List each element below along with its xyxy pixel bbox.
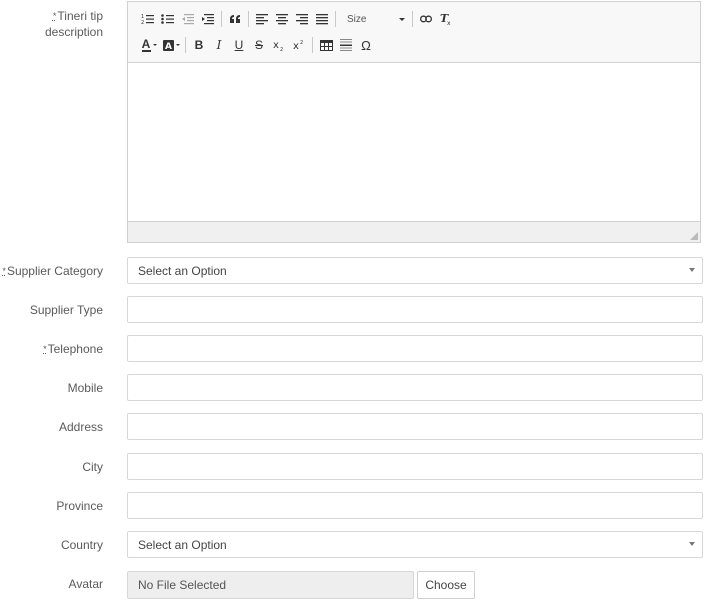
svg-text:A: A xyxy=(165,42,172,51)
svg-text:x: x xyxy=(293,41,299,51)
editor-content-area[interactable] xyxy=(128,62,700,222)
svg-text:x: x xyxy=(447,20,451,25)
svg-text:2: 2 xyxy=(280,47,283,51)
chevron-down-icon xyxy=(689,542,695,546)
svg-text:x: x xyxy=(273,40,279,51)
link-icon[interactable] xyxy=(416,9,436,29)
svg-text:2: 2 xyxy=(300,40,303,46)
remove-format-icon[interactable]: Tx xyxy=(436,9,456,29)
superscript-icon[interactable]: x2 xyxy=(289,35,309,55)
city-label: City xyxy=(82,460,103,474)
supplier-category-value: Select an Option xyxy=(138,263,227,278)
rich-text-editor: 12 Size T x A A B I U S x 2 x 2 Ω xyxy=(127,1,701,243)
toolbar-separator xyxy=(185,37,186,53)
indent-icon[interactable] xyxy=(198,9,218,29)
telephone-input[interactable] xyxy=(127,335,703,362)
align-center-icon[interactable] xyxy=(272,9,292,29)
size-dropdown[interactable]: Size xyxy=(339,9,409,29)
choose-file-button[interactable]: Choose xyxy=(417,571,475,599)
mobile-input[interactable] xyxy=(127,374,703,401)
background-color-icon[interactable]: A xyxy=(160,35,182,55)
supplier-category-select[interactable]: Select an Option xyxy=(127,257,703,284)
city-input[interactable] xyxy=(127,453,703,480)
editor-status-bar xyxy=(128,221,700,242)
numbered-list-icon[interactable]: 12 xyxy=(138,9,158,29)
supplier-category-label: *Supplier Category xyxy=(2,264,103,278)
text-color-glyph: A xyxy=(141,36,151,51)
country-label: Country xyxy=(60,538,103,552)
toolbar-separator xyxy=(248,11,249,27)
resize-grip-icon[interactable] xyxy=(690,232,698,240)
supplier-type-label: Supplier Type xyxy=(29,303,103,317)
editor-toolbar: 12 Size T x A A B I U S x 2 x 2 Ω xyxy=(128,2,700,62)
bold-icon[interactable]: B xyxy=(189,35,209,55)
table-icon[interactable] xyxy=(316,35,336,55)
bullet-list-icon[interactable] xyxy=(158,9,178,29)
subscript-icon[interactable]: x2 xyxy=(269,35,289,55)
outdent-icon[interactable] xyxy=(178,9,198,29)
align-left-icon[interactable] xyxy=(252,9,272,29)
avatar-label: Avatar xyxy=(68,577,103,591)
underline-icon[interactable]: U xyxy=(229,35,249,55)
blockquote-icon[interactable] xyxy=(225,9,245,29)
province-input[interactable] xyxy=(127,492,703,519)
required-mark: * xyxy=(43,344,47,354)
country-value: Select an Option xyxy=(138,537,227,552)
mobile-label: Mobile xyxy=(67,381,103,395)
align-right-icon[interactable] xyxy=(292,9,312,29)
strikethrough-icon[interactable]: S xyxy=(249,35,269,55)
address-label: Address xyxy=(58,420,103,434)
toolbar-separator xyxy=(221,11,222,27)
required-mark: * xyxy=(52,11,57,21)
required-mark: * xyxy=(2,266,6,276)
special-char-icon[interactable]: Ω xyxy=(356,35,376,55)
country-select[interactable]: Select an Option xyxy=(127,531,703,558)
justify-icon[interactable] xyxy=(312,9,332,29)
chevron-down-icon xyxy=(689,268,695,272)
supplier-type-input[interactable] xyxy=(127,296,703,323)
telephone-label: *Telephone xyxy=(43,342,103,356)
italic-icon[interactable]: I xyxy=(209,35,229,55)
chevron-down-icon xyxy=(399,17,405,21)
text-color-icon[interactable]: A xyxy=(138,35,160,55)
province-label: Province xyxy=(56,499,103,513)
description-label: *Tineri tip description xyxy=(44,9,103,39)
horizontal-rule-icon[interactable] xyxy=(336,35,356,55)
svg-text:2: 2 xyxy=(141,20,144,25)
avatar-file-name: No File Selected xyxy=(127,571,414,599)
toolbar-row-1: 12 Size T x xyxy=(138,9,456,29)
address-input[interactable] xyxy=(127,413,703,440)
toolbar-row-2: A A B I U S x2 x2 Ω xyxy=(138,35,376,55)
toolbar-separator xyxy=(312,37,313,53)
toolbar-separator xyxy=(335,11,336,27)
size-dropdown-label: Size xyxy=(347,13,367,25)
toolbar-separator xyxy=(412,11,413,27)
